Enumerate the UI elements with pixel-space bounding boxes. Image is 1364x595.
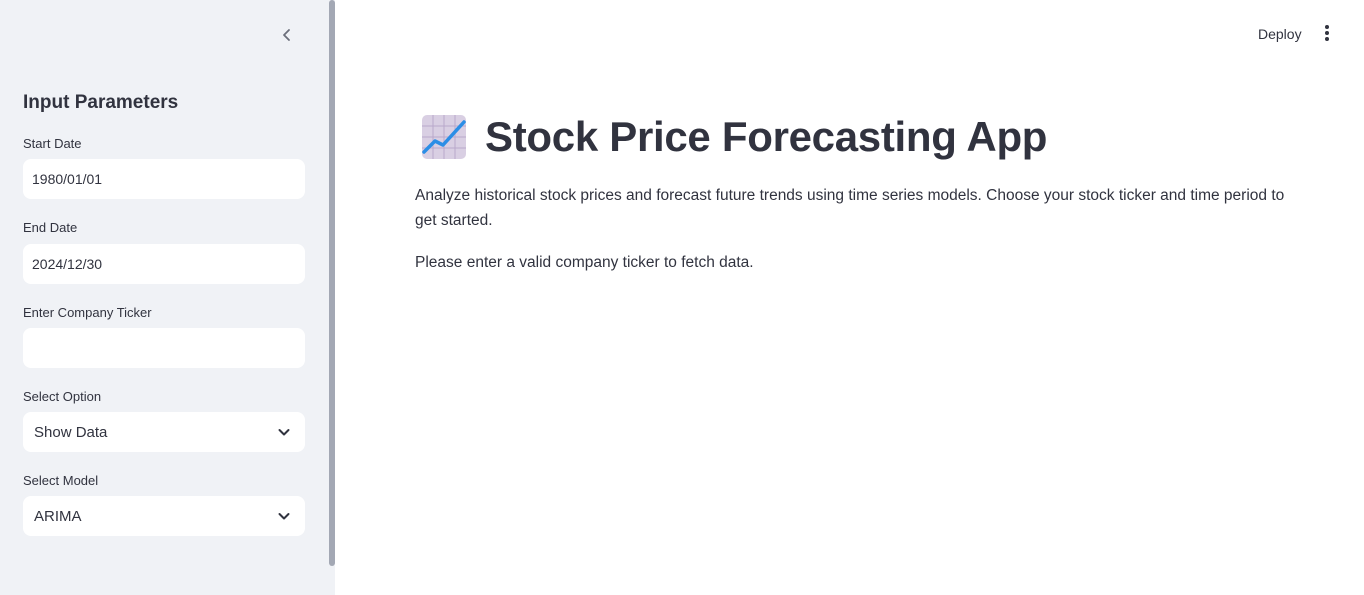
- main-menu-button[interactable]: [1316, 22, 1338, 44]
- ticker-input[interactable]: [32, 328, 305, 368]
- option-selected-value: Show Data: [34, 423, 108, 441]
- model-select[interactable]: ARIMA: [23, 496, 305, 536]
- option-label: Select Option: [23, 389, 102, 404]
- model-label: Select Model: [23, 473, 99, 488]
- app-window: Input Parameters Start Date 1980/01/01 E…: [0, 0, 1364, 595]
- sidebar: Input Parameters Start Date 1980/01/01 E…: [0, 0, 335, 595]
- model-selected-value: ARIMA: [34, 507, 82, 525]
- end-date-input[interactable]: 2024/12/30: [23, 244, 305, 284]
- chevron-down-icon: [278, 513, 290, 520]
- sidebar-scrollbar[interactable]: [329, 0, 335, 566]
- chevron-down-icon: [278, 429, 290, 436]
- page-title: Stock Price Forecasting App: [485, 113, 1048, 160]
- start-date-input[interactable]: 1980/01/01: [23, 159, 305, 199]
- sidebar-title: Input Parameters: [23, 92, 179, 113]
- start-date-label: Start Date: [23, 136, 82, 151]
- option-select[interactable]: Show Data: [23, 412, 305, 452]
- vertical-dots-icon: [1325, 25, 1329, 41]
- start-date-value: 1980/01/01: [32, 171, 103, 187]
- title-row: Stock Price Forecasting App: [421, 113, 1047, 161]
- intro-text: Analyze historical stock prices and fore…: [415, 187, 1285, 229]
- status-message: Please enter a valid company ticker to f…: [415, 254, 754, 271]
- chevron-left-icon: [283, 29, 290, 41]
- chart-increasing-icon: [422, 115, 466, 159]
- ticker-label: Enter Company Ticker: [23, 305, 152, 320]
- end-date-value: 2024/12/30: [32, 256, 103, 272]
- end-date-label: End Date: [23, 220, 78, 235]
- deploy-button[interactable]: Deploy: [1250, 22, 1310, 46]
- collapse-sidebar-button[interactable]: [276, 24, 298, 46]
- ticker-input-wrapper: [23, 328, 305, 368]
